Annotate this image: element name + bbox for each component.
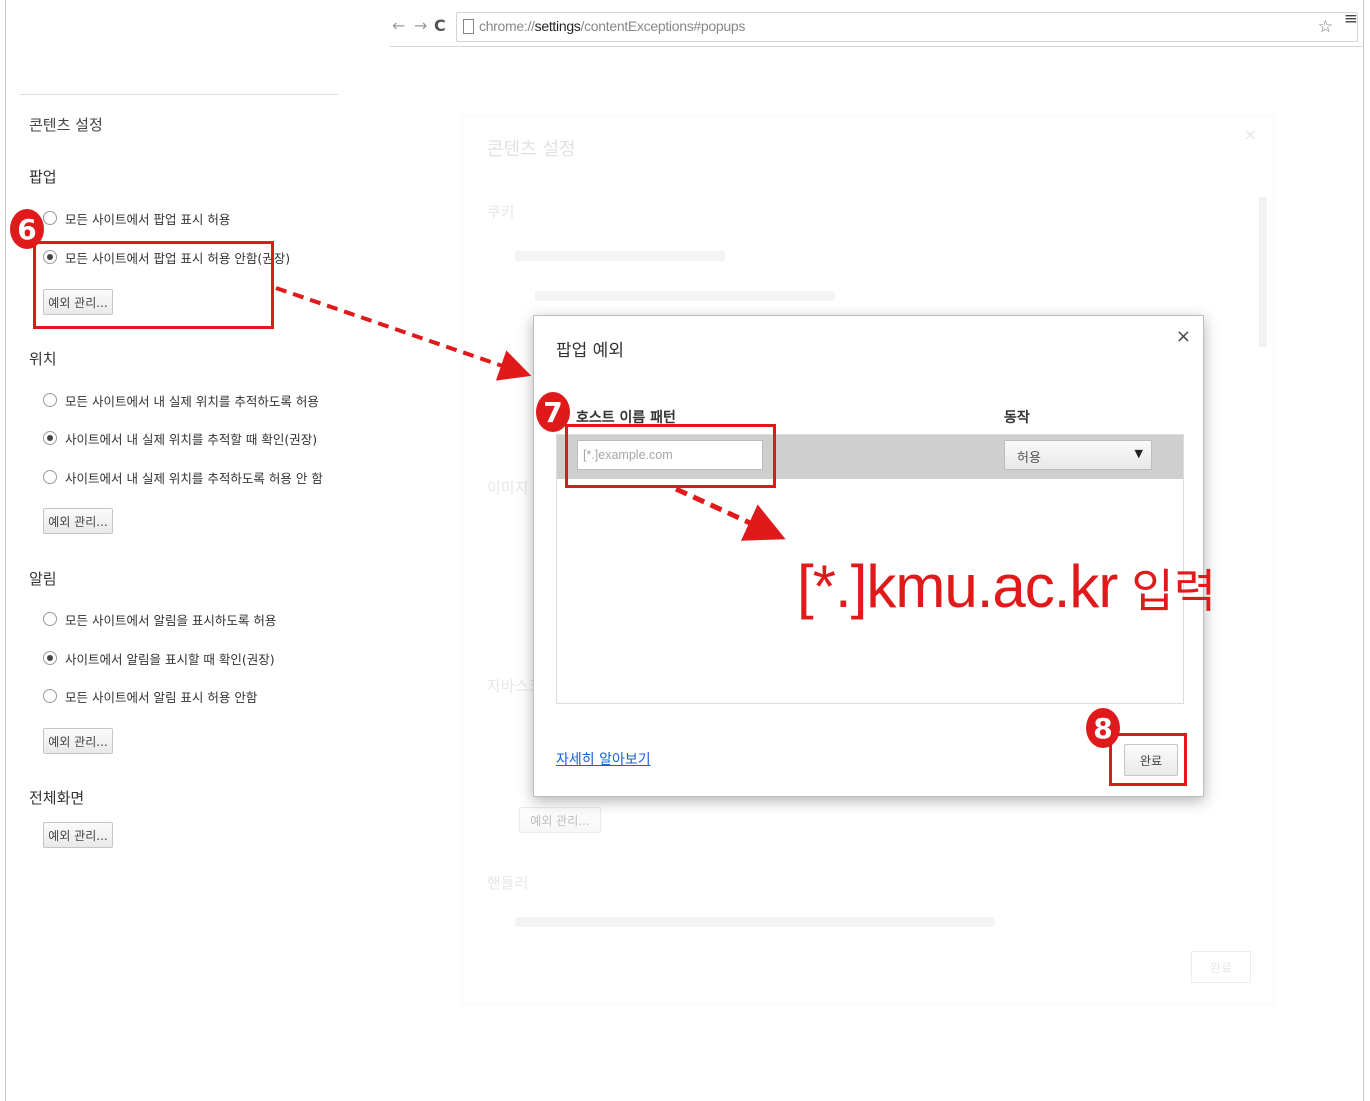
annotation-instruction: [*.]kmu.ac.kr 입력 (797, 553, 1217, 620)
annotation-arrows (275, 286, 786, 541)
dashed-arrow-to-text (674, 486, 786, 541)
dashed-arrow-to-dialog (275, 286, 532, 381)
